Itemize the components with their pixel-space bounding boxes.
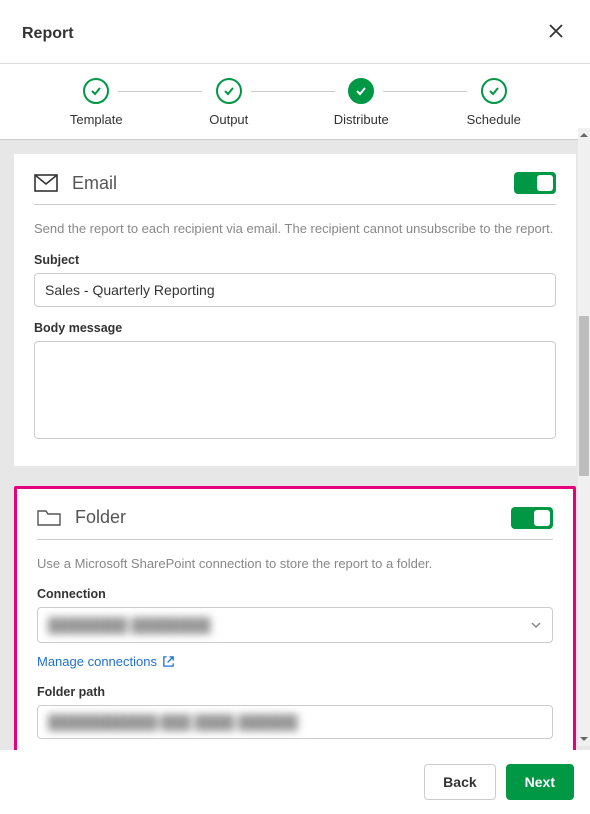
email-description: Send the report to each recipient via em… xyxy=(34,219,556,239)
step-label: Distribute xyxy=(334,112,389,127)
scroll-down-icon xyxy=(580,735,588,743)
scrollbar[interactable] xyxy=(578,128,590,746)
close-icon xyxy=(548,23,564,39)
step-label: Output xyxy=(209,112,248,127)
close-button[interactable] xyxy=(544,18,568,49)
folder-title: Folder xyxy=(75,507,126,528)
folder-icon xyxy=(37,508,61,528)
dialog-title: Report xyxy=(22,25,74,43)
folder-toggle[interactable] xyxy=(511,507,553,529)
back-button[interactable]: Back xyxy=(424,764,495,800)
email-section: Email Send the report to each recipient … xyxy=(14,154,576,466)
email-toggle[interactable] xyxy=(514,172,556,194)
step-output[interactable]: Output xyxy=(163,78,296,127)
step-distribute[interactable]: Distribute xyxy=(295,78,428,127)
content-scroll-area[interactable]: Email Send the report to each recipient … xyxy=(0,139,590,757)
connection-value: ████████ ████████ xyxy=(48,617,211,633)
subject-label: Subject xyxy=(34,253,556,267)
stepper: Template Output Distribute Schedule xyxy=(0,63,590,139)
chevron-down-icon xyxy=(530,619,542,631)
scrollbar-thumb[interactable] xyxy=(579,316,589,476)
manage-connections-label: Manage connections xyxy=(37,654,157,669)
step-label: Schedule xyxy=(467,112,521,127)
check-icon xyxy=(481,78,507,104)
dialog-footer: Back Next xyxy=(0,750,590,814)
step-schedule[interactable]: Schedule xyxy=(428,78,561,127)
connection-label: Connection xyxy=(37,587,553,601)
subject-input[interactable] xyxy=(34,273,556,307)
folder-description: Use a Microsoft SharePoint connection to… xyxy=(37,554,553,574)
folder-path-value: ███████████/███ ████ ██████ xyxy=(48,714,298,730)
next-button[interactable]: Next xyxy=(506,764,574,800)
external-link-icon xyxy=(162,655,175,668)
check-icon xyxy=(83,78,109,104)
check-icon xyxy=(216,78,242,104)
step-label: Template xyxy=(70,112,123,127)
folder-path-input[interactable]: ███████████/███ ████ ██████ xyxy=(37,705,553,739)
manage-connections-link[interactable]: Manage connections xyxy=(37,654,175,669)
scroll-up-icon xyxy=(580,131,588,139)
step-template[interactable]: Template xyxy=(30,78,163,127)
email-icon xyxy=(34,173,58,193)
body-label: Body message xyxy=(34,321,556,335)
connection-select[interactable]: ████████ ████████ xyxy=(37,607,553,643)
folder-section: Folder Use a Microsoft SharePoint connec… xyxy=(14,486,576,758)
folder-path-label: Folder path xyxy=(37,685,553,699)
check-icon xyxy=(348,78,374,104)
body-textarea[interactable] xyxy=(34,341,556,439)
dialog-header: Report xyxy=(0,0,590,63)
email-title: Email xyxy=(72,173,117,194)
